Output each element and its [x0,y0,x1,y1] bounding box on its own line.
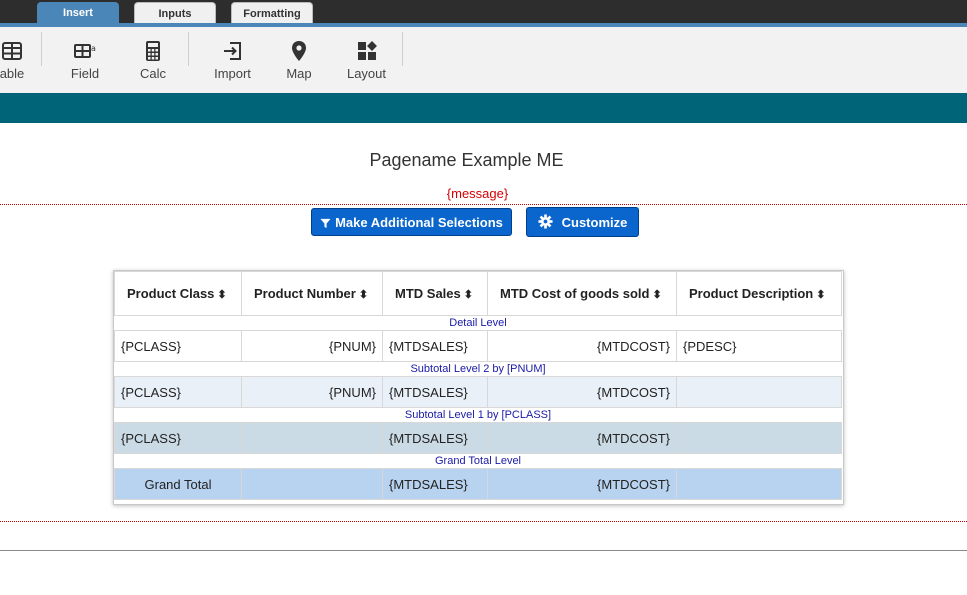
footer-divider [0,550,967,551]
header-band [0,93,967,123]
column-header-mtd-sales[interactable]: MTD Sales ⬍ [382,271,488,316]
filter-icon [320,218,331,229]
column-header-product-number[interactable]: Product Number ⬍ [241,271,383,316]
message-placeholder: {message} [446,186,509,201]
customize-label: Customize [561,215,628,230]
detail-row: {PCLASS} {PNUM} {MTDSALES} {MTDCOST} {PD… [114,330,842,362]
tab-insert[interactable]: Insert [37,2,119,23]
page-title: Pagename Example ME [369,150,564,170]
report-table: Product Class ⬍ Product Number ⬍ MTD Sales… [114,271,842,500]
sort-icon: ⬍ [652,289,662,301]
table-icon [2,42,22,60]
ribbon-table-label: able [0,66,25,81]
sort-icon: ⬍ [463,289,473,301]
svg-text:a: a [91,44,96,53]
ribbon-separator [41,32,42,66]
ribbon-map-button[interactable]: Map [276,27,322,93]
make-additional-selections-button[interactable]: Make Additional Selections [311,208,512,236]
ribbon-field-button[interactable]: a Field [60,27,110,93]
header-row: Product Class ⬍ Product Number ⬍ MTD Sales… [114,271,842,316]
table-cell[interactable] [241,468,383,500]
ribbon-import-label: Import [214,66,251,81]
ribbon-separator [402,32,403,66]
table-cell[interactable]: {MTDSALES} [382,376,488,408]
table-cell[interactable]: {PNUM} [241,330,383,362]
ribbon-import-button[interactable]: Import [205,27,260,93]
ribbon-separator [188,32,189,66]
tab-formatting[interactable]: Formatting [231,2,313,23]
level-label-row: Detail Level [114,315,842,331]
calculator-icon [146,41,160,61]
column-header-product-description[interactable]: Product Description ⬍ [676,271,842,316]
subtotal-level-1-row: {PCLASS} {MTDSALES} {MTDCOST} [114,422,842,454]
table-cell[interactable] [676,422,842,454]
ribbon-table-button[interactable]: able [0,27,32,93]
map-marker-icon [292,41,306,61]
ribbon-calc-button[interactable]: Calc [128,27,178,93]
table-cell[interactable] [676,468,842,500]
sort-icon: ⬍ [217,289,227,301]
ribbon-field-label: Field [70,66,100,81]
dotted-divider [0,204,967,205]
level-label-row: Subtotal Level 2 by [PNUM] [114,361,842,377]
table-cell[interactable]: {MTDSALES} [382,422,488,454]
ribbon-map-label: Map [286,66,312,81]
table-cell[interactable]: {PCLASS} [114,422,242,454]
subtotal-level-2-row: {PCLASS} {PNUM} {MTDSALES} {MTDCOST} [114,376,842,408]
sort-icon: ⬍ [358,289,369,301]
table-cell[interactable]: {MTDCOST} [487,422,677,454]
gear-icon [538,214,553,229]
table-cell[interactable]: {MTDSALES} [382,468,488,500]
table-cell[interactable]: {MTDSALES} [382,330,488,362]
selections-label: Make Additional Selections [335,215,503,230]
table-cell[interactable]: {MTDCOST} [487,376,677,408]
ribbon-layout-label: Layout [346,66,387,81]
column-header-product-class[interactable]: Product Class ⬍ [114,271,242,316]
grand-total-level-label[interactable]: Grand Total Level [114,453,842,469]
import-icon [223,42,241,60]
column-header-mtd-cost[interactable]: MTD Cost of goods sold ⬍ [487,271,677,316]
table-cell[interactable]: {MTDCOST} [487,468,677,500]
level-label-row: Grand Total Level [114,453,842,469]
level-label-row: Subtotal Level 1 by [PCLASS] [114,407,842,423]
subtotal-level-1-label[interactable]: Subtotal Level 1 by [PCLASS] [114,407,842,423]
table-cell[interactable]: {PCLASS} [114,330,242,362]
grand-total-row: Grand Total {MTDSALES} {MTDCOST} [114,468,842,500]
table-cell[interactable]: {PDESC} [676,330,842,362]
field-icon: a [74,44,96,58]
table-cell[interactable]: {PCLASS} [114,376,242,408]
ribbon-layout-button[interactable]: Layout [339,27,394,93]
top-tab-bar: Insert Inputs Formatting [0,0,967,23]
sort-icon: ⬍ [816,289,826,301]
customize-button[interactable]: Customize [526,207,639,237]
ribbon-calc-label: Calc [139,66,166,81]
table-cell[interactable]: {PNUM} [241,376,383,408]
table-cell[interactable]: {MTDCOST} [487,330,677,362]
detail-level-label[interactable]: Detail Level [114,315,842,331]
table-cell[interactable] [676,376,842,408]
report-grid: Product Class ⬍ Product Number ⬍ MTD Sales… [113,270,844,505]
table-cell[interactable] [241,422,383,454]
dotted-divider [0,521,967,522]
subtotal-level-2-label[interactable]: Subtotal Level 2 by [PNUM] [114,361,842,377]
ribbon-toolbar: able a Field Calc Import Map Layout [0,27,967,94]
table-cell[interactable]: Grand Total [114,468,242,500]
tab-inputs[interactable]: Inputs [134,2,216,23]
layout-icon [357,41,377,60]
